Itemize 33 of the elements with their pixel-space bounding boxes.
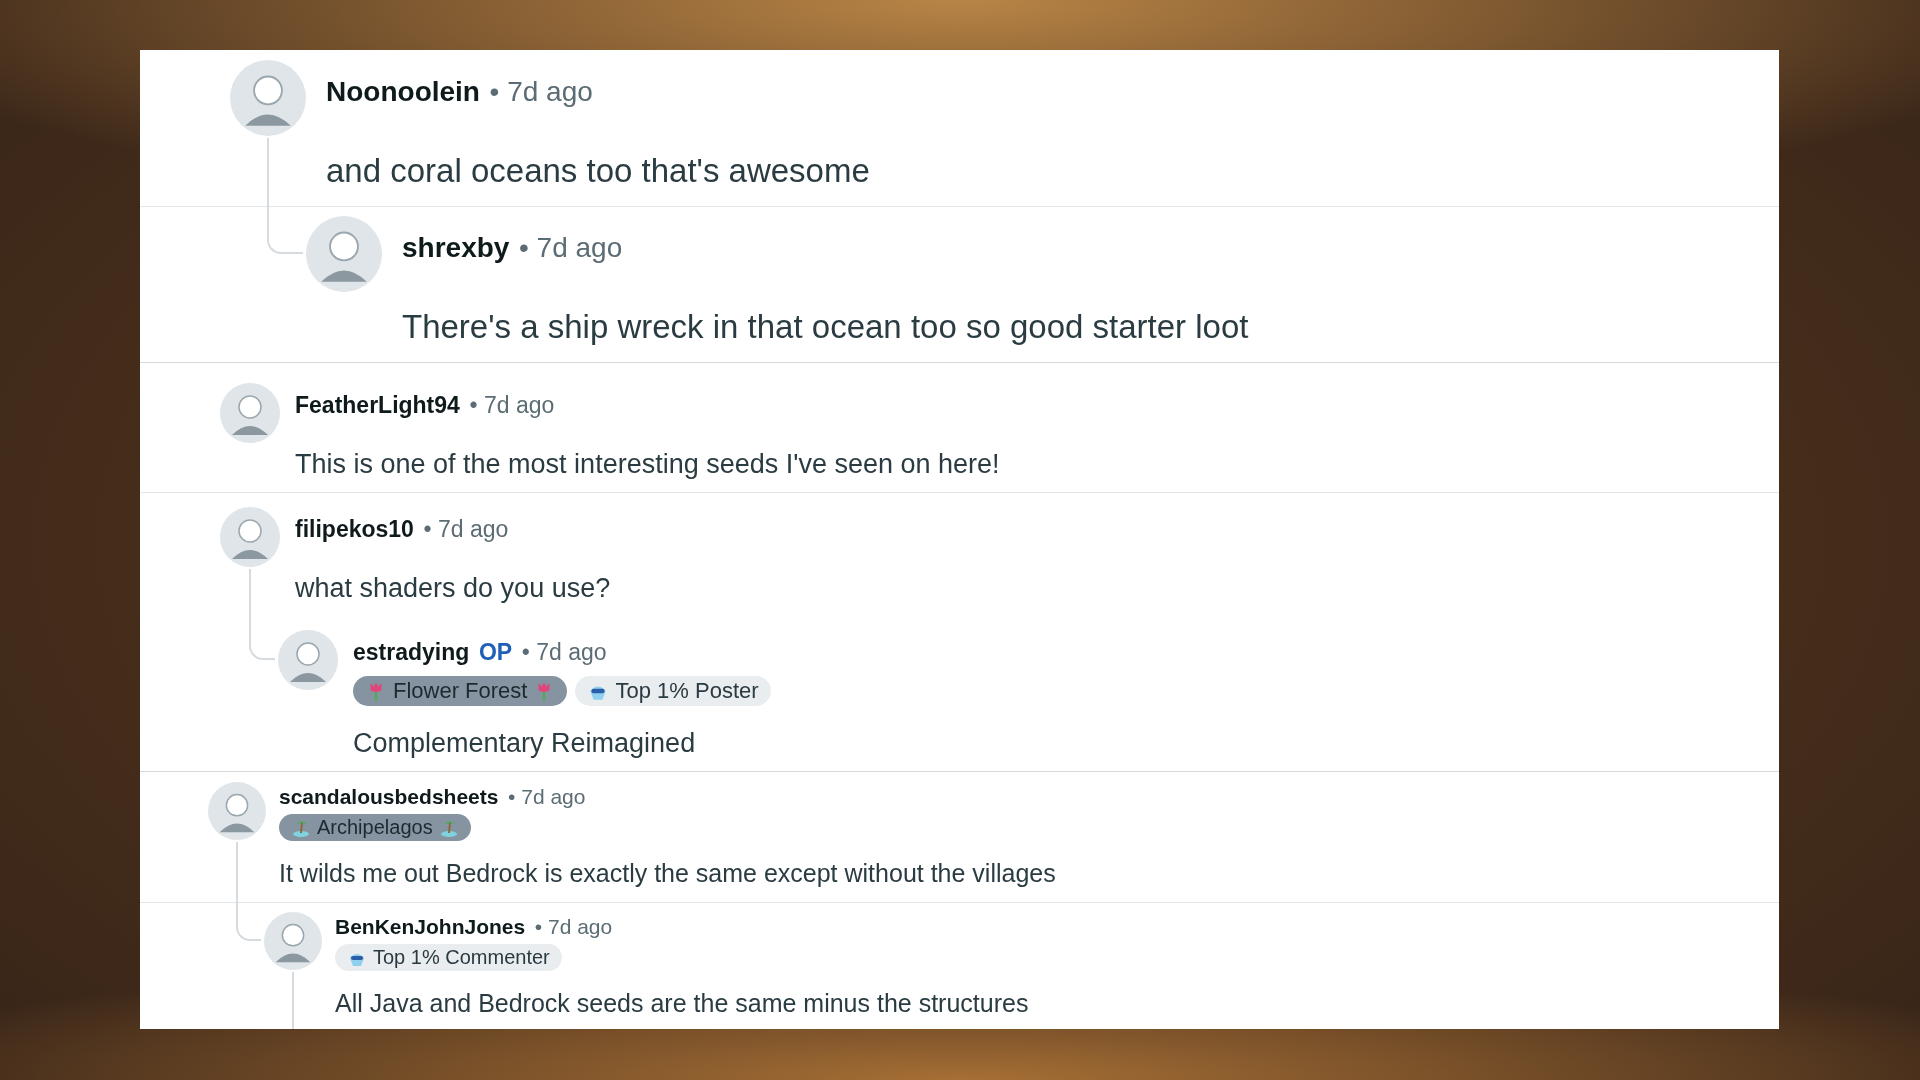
comment-text: It wilds me out Bedrock is exactly the same except without the villages [279,859,1057,888]
timestamp: • 7d ago [508,785,586,809]
avatar[interactable] [264,912,322,970]
username[interactable]: Noonoolein [326,76,480,108]
username[interactable]: scandalousbedsheets [279,785,499,809]
avatar[interactable] [306,216,382,292]
avatar[interactable] [230,60,306,136]
comment-text: and coral oceans too that's awesome [326,152,871,190]
username[interactable]: filipekos10 [295,515,414,543]
user-flair: Flower Forest [353,676,568,706]
comment-text: There's a ship wreck in that ocean too so good starter loot [402,308,1250,346]
comment-text: All Java and Bedrock seeds are the same minus the structures [335,989,1030,1018]
op-label: OP [478,638,513,666]
username[interactable]: FeatherLight94 [295,391,460,419]
user-flair: Top 1% Poster [575,676,771,706]
username[interactable]: estradying [353,638,470,666]
username[interactable]: shrexby [402,232,510,264]
avatar[interactable] [220,383,280,443]
timestamp: • 7d ago [469,391,555,419]
timestamp: • 7d ago [534,915,613,939]
timestamp: • 7d ago [521,638,607,666]
comment-text: This is one of the most interesting seeds I've seen on here! [295,449,1001,480]
timestamp: • 7d ago [489,76,593,108]
username[interactable]: BenKenJohnJones [335,915,526,939]
comment-text: what shaders do you use? [295,573,612,604]
timestamp: • 7d ago [519,232,623,264]
user-flair: Top 1% Commenter [335,944,562,971]
avatar[interactable] [208,782,266,840]
user-flair: Archipelagos [279,814,471,841]
timestamp: • 7d ago [423,515,509,543]
comment-text: Complementary Reimagined [353,728,697,759]
avatar[interactable] [220,507,280,567]
avatar[interactable] [278,630,338,690]
